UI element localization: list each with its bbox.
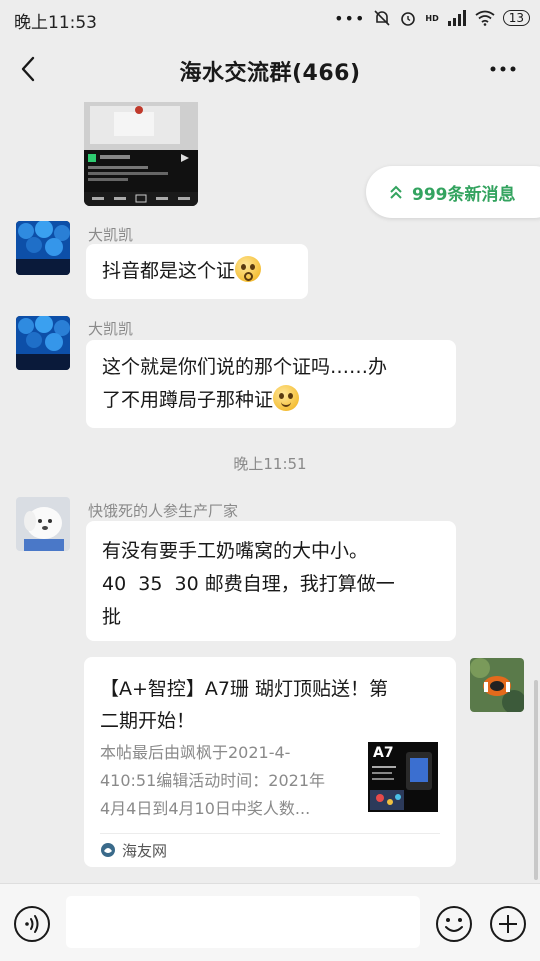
more-functions-button[interactable] [489,905,527,943]
alarm-icon [401,12,416,26]
message-input[interactable] [66,896,420,948]
status-time: 晚上11:53 [14,13,97,33]
new-messages-label: 999条新消息 [412,185,516,205]
link-card-thumb-label: A7 [373,745,394,761]
message-text: 抖音都是这个证 [102,260,236,282]
time-separator: 晚上11:51 [233,455,307,473]
scrollbar[interactable] [534,680,538,880]
new-messages-button[interactable]: 999条新消息 [366,166,540,218]
link-card-title-line: 二期开始！ [100,710,196,732]
link-card[interactable]: 【A+智控】A7珊 瑚灯顶贴送！第 二期开始！ 本帖最后由飒枫于2021-4- … [84,657,456,867]
chat-title: 海水交流群(466) [179,61,361,86]
voice-input-button[interactable] [13,905,51,943]
status-bar: 晚上11:53 ••• HD 13 [0,0,540,36]
message-bubble[interactable]: 有没有要手工奶嘴窝的大中小。 40 35 30 邮费自理，我打算做一 批 [86,521,456,641]
link-card-desc-line: 本帖最后由飒枫于2021-4- [100,743,291,762]
more-options-button[interactable] [488,58,518,80]
emoji-button[interactable] [435,905,473,943]
message-bubble[interactable]: 这个就是你们说的那个证吗……办 了不用蹲局子那种证 [86,340,456,428]
link-card-title-line: 【A+智控】A7珊 瑚灯顶贴送！第 [100,678,389,700]
back-button[interactable] [12,52,46,86]
sender-name: 快饿死的人参生产厂家 [88,502,239,520]
sender-name: 大凯凯 [88,226,134,244]
wifi-icon [475,10,495,26]
my-avatar[interactable] [470,658,524,712]
mute-bell-icon [374,10,390,26]
link-card-source: 海友网 [122,842,168,860]
message-text-line: 了不用蹲局子那种证 [102,389,274,411]
source-logo-icon [101,843,115,857]
avatar[interactable] [16,497,70,551]
link-card-thumbnail: A7 [368,742,438,812]
message-bubble[interactable]: 抖音都是这个证 [86,244,308,299]
divider [100,833,440,834]
flushed-emoji-icon [235,256,262,282]
message-text-line: 这个就是你们说的那个证吗……办 [102,356,388,378]
link-card-description: 本帖最后由飒枫于2021-4- 410:51编辑活动时间：2021年 4月4日到… [100,739,348,823]
battery-indicator: 13 [502,10,530,26]
smile-emoji-icon [273,385,300,411]
input-bar [0,883,540,961]
link-card-desc-line: 4月4日到4月10日中奖人数... [100,799,311,818]
status-icons: ••• HD 13 [334,6,530,30]
more-dots-icon: ••• [334,8,366,28]
message-text-line: 40 35 30 邮费自理，我打算做一 [102,573,395,595]
avatar[interactable] [16,221,70,275]
avatar[interactable] [16,316,70,370]
link-card-desc-line: 410:51编辑活动时间：2021年 [100,771,326,790]
message-text-line: 批 [102,606,122,628]
double-chevron-up-icon [390,185,402,199]
signal-icon [447,10,466,26]
sender-name: 大凯凯 [88,320,134,338]
chat-header: 海水交流群(466) [0,36,540,102]
message-text-line: 有没有要手工奶嘴窝的大中小。 [102,540,369,562]
network-type-label: HD [425,13,439,23]
video-message-thumbnail[interactable] [84,102,198,206]
link-card-title: 【A+智控】A7珊 瑚灯顶贴送！第 二期开始！ [100,673,440,737]
